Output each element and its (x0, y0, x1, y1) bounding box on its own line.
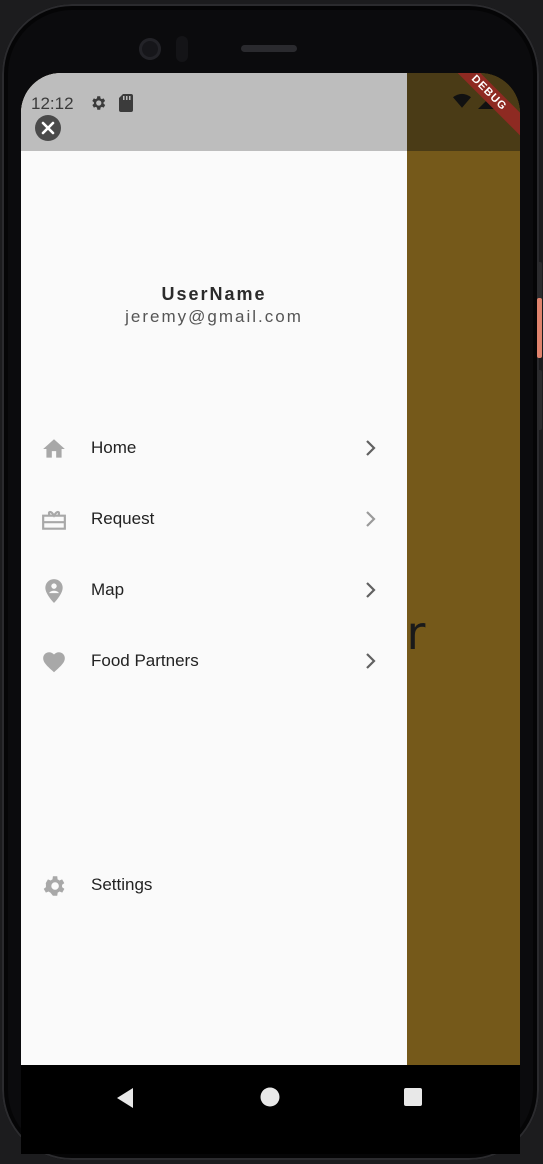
gear-icon (92, 96, 106, 110)
recents-square-icon[interactable] (403, 1087, 423, 1107)
menu-item-label: Home (91, 438, 137, 457)
menu-item-food-partners[interactable]: Food Partners (21, 631, 407, 691)
earpiece-speaker (241, 45, 297, 52)
chevron-right-icon (366, 582, 376, 598)
volume-button (537, 298, 542, 358)
sensor (176, 36, 188, 62)
chevron-right-icon (366, 653, 376, 669)
user-email: jeremy@gmail.com (125, 307, 303, 326)
status-time: 12:12 (31, 94, 74, 113)
sd-card-icon (119, 94, 133, 112)
navigation-drawer: 12:12 UserName jeremy@gmail.com Home Req… (21, 73, 407, 1065)
user-name: UserName (161, 284, 267, 304)
menu-item-label: Settings (91, 875, 153, 894)
menu-item-settings[interactable]: Settings (21, 855, 407, 915)
close-icon (41, 121, 55, 135)
heart-icon (43, 652, 65, 673)
menu-item-label: Map (91, 580, 125, 599)
menu-item-home[interactable]: Home (21, 418, 407, 478)
menu-item-request[interactable]: Request (21, 489, 407, 549)
screen: tner DEBUG 12:12 UserName jeremy@gmail.c… (21, 73, 520, 1154)
menu-item-label: Food Partners (91, 651, 199, 670)
home-circle-icon[interactable] (260, 1087, 280, 1107)
front-camera (139, 38, 161, 60)
debug-banner: DEBUG (437, 73, 520, 145)
volume-button-lower (537, 370, 542, 430)
gear-icon (43, 876, 65, 896)
person-pin-icon (45, 579, 63, 603)
back-triangle-icon[interactable] (115, 1087, 135, 1109)
chevron-right-icon (366, 440, 376, 456)
system-navigation-bar (21, 1065, 520, 1154)
chevron-right-icon (366, 511, 376, 527)
drawer-status-bar: 12:12 (21, 73, 407, 151)
close-drawer-button[interactable] (35, 115, 61, 141)
home-icon (43, 439, 65, 458)
card-giftcard-icon (42, 510, 66, 530)
menu-item-label: Request (91, 509, 155, 528)
menu-item-map[interactable]: Map (21, 560, 407, 620)
